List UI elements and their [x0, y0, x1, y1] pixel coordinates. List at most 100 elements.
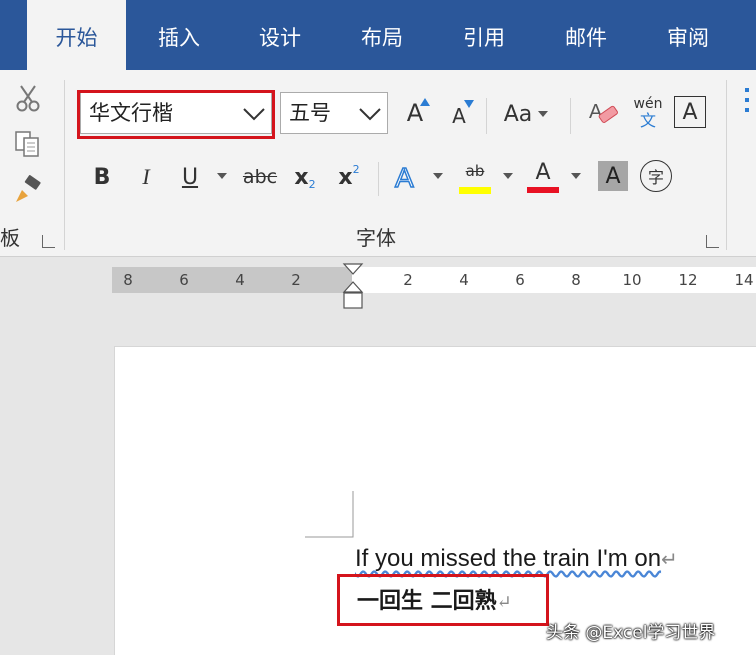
horizontal-ruler[interactable]: 8 6 4 2 2 4 6 8 10 12 14 [112, 267, 756, 293]
text-effects-button[interactable]: A [390, 158, 426, 196]
line-1-text: If you missed the train I'm on [355, 545, 662, 572]
underline-dropdown[interactable] [214, 168, 230, 184]
cut-button[interactable] [10, 80, 46, 116]
superscript-button[interactable]: x2 [332, 160, 366, 194]
font-group-label: 字体 [356, 226, 396, 250]
phonetic-guide-button[interactable]: wén 文 [630, 92, 666, 134]
ruler-tick: 8 [571, 271, 581, 289]
grow-font-button[interactable]: A [398, 94, 432, 132]
watermark: 头条 @Excel学习世界 [546, 623, 716, 643]
character-border-icon: A [682, 99, 698, 125]
margin-corner-mark [305, 491, 354, 538]
phonetic-top-text: wén [633, 96, 663, 112]
ruler-tick: 14 [734, 271, 754, 289]
highlight-dropdown[interactable] [500, 168, 516, 184]
paragraph-list-button[interactable] [740, 82, 756, 116]
ribbon-home: 板 华文行楷 五号 A A Aa A wén 文 A B I U abc x 2… [0, 70, 756, 257]
enclose-characters-icon: 字 [647, 168, 664, 187]
copy-button[interactable] [10, 126, 46, 162]
font-size-combo[interactable]: 五号 [280, 92, 388, 134]
ruler-tick: 12 [678, 271, 698, 289]
highlight-label: ab [465, 161, 485, 180]
highlight-button[interactable]: ab [456, 156, 494, 198]
format-painter-button[interactable] [10, 172, 46, 208]
character-shading-button[interactable]: A [598, 161, 628, 191]
ruler-tick: 6 [515, 271, 525, 289]
font-name-combo[interactable]: 华文行楷 [80, 92, 272, 134]
phonetic-bottom-text: 文 [639, 111, 656, 130]
tab-review[interactable]: 审阅 [640, 0, 736, 70]
clipboard-group-label: 板 [0, 226, 20, 250]
ruler-tick: 6 [179, 271, 189, 289]
ruler-tick: 4 [459, 271, 469, 289]
font-color-label: A [535, 160, 551, 185]
clear-formatting-button[interactable]: A [586, 94, 622, 132]
clear-formatting-icon: A [589, 101, 618, 123]
separator [378, 162, 379, 196]
chevron-down-icon [359, 108, 381, 121]
caret-down-icon [571, 173, 581, 179]
paragraph-mark: ↵ [661, 549, 678, 571]
tab-references[interactable]: 引用 [436, 0, 532, 70]
subscript-mark: 2 [308, 177, 316, 191]
superscript-x: x [338, 164, 353, 190]
bold-button[interactable]: B [86, 160, 118, 194]
clipboard-dialog-launcher[interactable] [42, 235, 55, 248]
ruler-tick: 2 [403, 271, 413, 289]
indent-markers[interactable] [342, 262, 364, 312]
document-line-2[interactable]: 一回生 二回熟↵ [357, 583, 512, 615]
font-size-value: 五号 [289, 101, 331, 125]
italic-button[interactable]: I [130, 160, 162, 194]
paragraph-mark: ↵ [496, 592, 512, 613]
ribbon-tab-bar: 开始 插入 设计 布局 引用 邮件 审阅 [0, 0, 756, 70]
bullets-icon [745, 88, 749, 112]
chevron-down-icon [243, 108, 265, 121]
character-border-button[interactable]: A [674, 96, 706, 128]
tab-layout[interactable]: 布局 [334, 0, 430, 70]
font-name-value: 华文行楷 [89, 101, 173, 125]
ruler-tick: 4 [235, 271, 245, 289]
scissors-icon [16, 85, 40, 112]
tab-design[interactable]: 设计 [232, 0, 328, 70]
ruler-tick: 2 [291, 271, 301, 289]
tab-mailings[interactable]: 邮件 [538, 0, 634, 70]
triangle-down-icon [464, 100, 474, 108]
change-case-label: Aa [503, 101, 533, 127]
font-dialog-launcher[interactable] [706, 235, 719, 248]
underline-button[interactable]: U [174, 160, 206, 194]
character-shading-icon: A [605, 163, 621, 189]
copy-icon [15, 131, 39, 157]
enclose-characters-button[interactable]: 字 [640, 160, 672, 192]
group-separator [64, 80, 65, 250]
separator [486, 98, 487, 134]
font-color-button[interactable]: A [524, 156, 562, 198]
document-page[interactable]: If you missed the train I'm on↵ 一回生 二回熟↵ [114, 346, 756, 655]
first-line-indent-marker[interactable] [342, 263, 364, 275]
line-2-text: 一回生 二回熟 [357, 588, 497, 614]
triangle-up-icon [420, 98, 430, 106]
caret-down-icon [503, 173, 513, 179]
font-color-bar [527, 187, 559, 193]
tab-home[interactable]: 开始 [27, 0, 126, 70]
superscript-mark: 2 [352, 162, 360, 176]
font-color-dropdown[interactable] [568, 168, 584, 184]
shrink-font-button[interactable]: A [442, 98, 476, 134]
hanging-indent-marker[interactable] [342, 281, 364, 293]
text-effects-dropdown[interactable] [430, 168, 446, 184]
tab-insert[interactable]: 插入 [131, 0, 227, 70]
caret-down-icon [538, 111, 549, 117]
text-effects-icon: A [394, 161, 415, 193]
ruler-tick: 10 [622, 271, 642, 289]
subscript-button[interactable]: x2 [288, 160, 322, 194]
ruler-tick: 8 [123, 271, 133, 289]
group-separator [726, 80, 727, 250]
strikethrough-button[interactable]: abc [238, 160, 282, 194]
subscript-x: x [294, 164, 309, 190]
change-case-button[interactable]: Aa [496, 96, 556, 132]
brush-icon [16, 175, 41, 202]
document-line-1[interactable]: If you missed the train I'm on↵ [355, 545, 678, 573]
left-indent-marker[interactable] [343, 292, 363, 309]
highlight-color-bar [459, 186, 491, 194]
caret-down-icon [433, 173, 443, 179]
separator [570, 98, 571, 134]
